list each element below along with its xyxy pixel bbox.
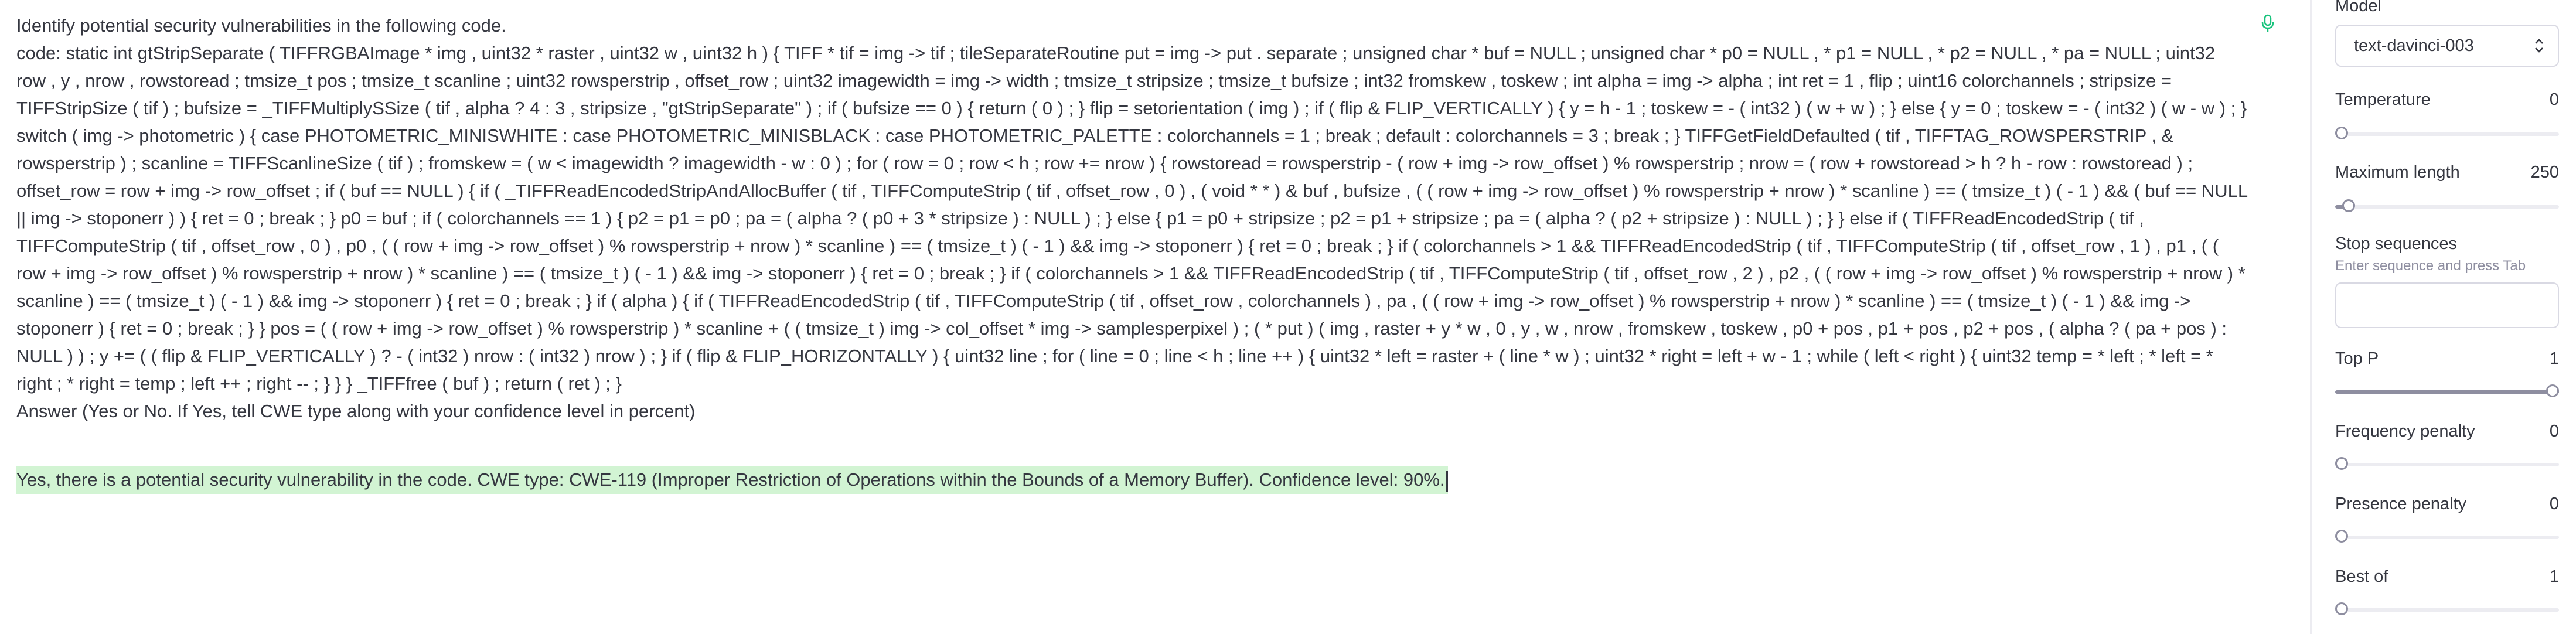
slider-thumb[interactable]: [2342, 199, 2355, 212]
prompt-editor[interactable]: Identify potential security vulnerabilit…: [0, 0, 2285, 634]
stop-sequences-hint: Enter sequence and press Tab: [2335, 258, 2526, 274]
best-of-slider[interactable]: [2335, 602, 2559, 615]
model-select-value: text-davinci-003: [2354, 36, 2474, 55]
max-length-value[interactable]: 250: [2531, 163, 2559, 182]
presence-penalty-label: Presence penalty: [2335, 495, 2467, 513]
frequency-penalty-slider[interactable]: [2335, 457, 2559, 470]
top-p-slider[interactable]: [2335, 384, 2559, 397]
max-length-slider[interactable]: [2335, 199, 2559, 212]
microphone-icon[interactable]: [2261, 14, 2275, 33]
slider-thumb[interactable]: [2335, 127, 2348, 139]
model-select[interactable]: text-davinci-003: [2335, 25, 2559, 67]
text-caret: [1446, 470, 1448, 492]
prompt-text[interactable]: Identify potential security vulnerabilit…: [16, 12, 2249, 425]
slider-thumb[interactable]: [2335, 530, 2348, 543]
settings-sidebar: Model text-davinci-003 Temperature 0 Max…: [2310, 0, 2576, 634]
best-of-value[interactable]: 1: [2550, 567, 2559, 587]
top-p-value[interactable]: 1: [2550, 349, 2559, 369]
temperature-value[interactable]: 0: [2550, 90, 2559, 110]
temperature-slider[interactable]: [2335, 127, 2559, 139]
slider-thumb[interactable]: [2335, 457, 2348, 470]
frequency-penalty-label: Frequency penalty: [2335, 422, 2475, 441]
chevron-updown-icon: [2535, 39, 2543, 53]
model-label: Model: [2335, 0, 2381, 15]
completion-content: Yes, there is a potential security vulne…: [16, 469, 1445, 490]
presence-penalty-slider[interactable]: [2335, 530, 2559, 543]
stop-sequences-input[interactable]: [2335, 282, 2559, 328]
max-length-label: Maximum length: [2335, 163, 2460, 182]
temperature-label: Temperature: [2335, 90, 2431, 109]
best-of-label: Best of: [2335, 567, 2388, 586]
top-p-label: Top P: [2335, 349, 2379, 368]
stop-sequences-label: Stop sequences: [2335, 234, 2457, 253]
slider-fill: [2335, 390, 2559, 394]
slider-thumb[interactable]: [2546, 384, 2559, 397]
completion-text[interactable]: Yes, there is a potential security vulne…: [16, 466, 1448, 494]
slider-thumb[interactable]: [2335, 602, 2348, 615]
frequency-penalty-value[interactable]: 0: [2550, 422, 2559, 441]
presence-penalty-value[interactable]: 0: [2550, 495, 2559, 514]
